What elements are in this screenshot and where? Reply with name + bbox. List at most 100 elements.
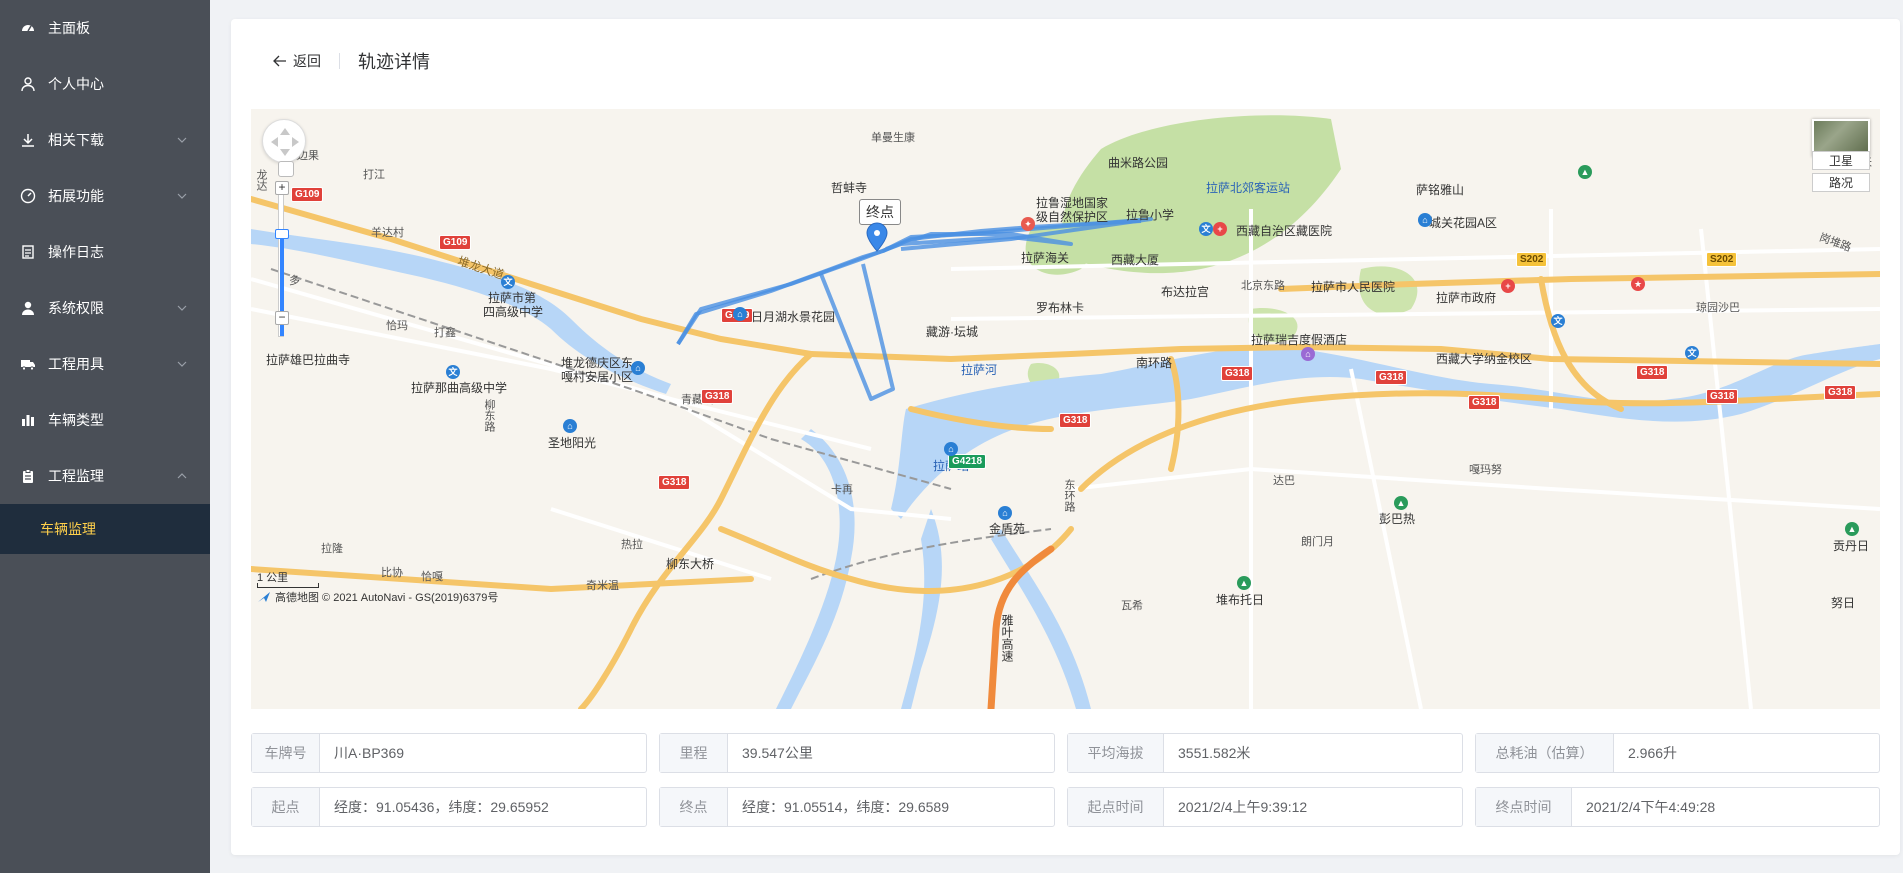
map-label: 拉萨市人民医院 bbox=[1311, 280, 1396, 294]
map-label: 努日 bbox=[1831, 596, 1856, 610]
map-copyright: 高德地图 © 2021 AutoNavi - GS(2019)6379号 bbox=[257, 589, 498, 605]
user-icon bbox=[20, 76, 36, 92]
poi-train-icon: ⌂ bbox=[944, 442, 958, 456]
chevron-down-icon bbox=[177, 137, 187, 143]
info-key: 平均海拔 bbox=[1068, 734, 1164, 772]
menu-label: 工程用具 bbox=[48, 356, 104, 372]
menu-extensions[interactable]: 拓展功能 bbox=[0, 168, 210, 224]
track-map[interactable]: 单曼生康 哲蚌寺 曲米路公园 拉鲁湿地国家 级自然保护区 拉萨北郊客运站 萨铭雅… bbox=[251, 109, 1880, 709]
menu-tools[interactable]: 工程用具 bbox=[0, 336, 210, 392]
document-icon bbox=[20, 244, 36, 260]
info-value: 2021/2/4下午4:49:28 bbox=[1586, 799, 1716, 815]
poi-school-icon: 文 bbox=[1199, 222, 1213, 236]
copyright-text: 高德地图 © 2021 AutoNavi - GS(2019)6379号 bbox=[275, 592, 499, 604]
poi-hospital-icon: + bbox=[1213, 222, 1227, 236]
map-label: 曲米路公园 bbox=[1108, 156, 1169, 170]
zoom-handle[interactable] bbox=[275, 229, 289, 239]
poi-school-icon: 文 bbox=[1685, 346, 1699, 360]
info-key: 起点时间 bbox=[1068, 788, 1164, 826]
map-label: 打鑫 bbox=[434, 327, 456, 339]
road-badge: S202 bbox=[1516, 252, 1548, 267]
map-label: 罗布林卡 bbox=[1036, 301, 1085, 315]
info-value: 39.547公里 bbox=[742, 745, 813, 761]
info-key: 里程 bbox=[660, 734, 728, 772]
map-pin-icon[interactable] bbox=[866, 222, 888, 252]
info-key: 车牌号 bbox=[252, 734, 320, 772]
chevron-down-icon bbox=[177, 193, 187, 199]
locate-button[interactable] bbox=[278, 161, 294, 177]
menu-label: 系统权限 bbox=[48, 300, 104, 316]
gauge-icon bbox=[20, 188, 36, 204]
zoom-out-button[interactable]: − bbox=[275, 311, 289, 325]
chevron-down-icon bbox=[177, 361, 187, 367]
map-label: 北京东路 bbox=[1241, 280, 1285, 292]
menu-label: 拓展功能 bbox=[48, 188, 104, 204]
submenu-supervision: 车辆监理 bbox=[0, 504, 210, 554]
road-badge: G318 bbox=[701, 389, 734, 404]
map-label: 琼园沙巴 bbox=[1696, 302, 1740, 314]
menu-downloads[interactable]: 相关下载 bbox=[0, 112, 210, 168]
road-badge: G318 bbox=[1059, 413, 1092, 428]
map-label: 萨铭雅山 bbox=[1416, 183, 1465, 197]
map-label: 拉萨雄巴拉曲寺 bbox=[266, 353, 351, 367]
bar-chart-icon bbox=[20, 412, 36, 428]
info-row-2: 起点 经度：91.05436，纬度：29.65952 终点 经度：91.0551… bbox=[251, 787, 1880, 827]
poi-building-icon: ⌂ bbox=[998, 506, 1012, 520]
menu-label: 相关下载 bbox=[48, 132, 104, 148]
map-label: 比协 bbox=[381, 567, 403, 579]
map-label: 圣地阳光 bbox=[548, 436, 597, 450]
pan-control[interactable] bbox=[262, 119, 306, 163]
map-label: 柳东大桥 bbox=[666, 557, 715, 571]
menu-vehicle-types[interactable]: 车辆类型 bbox=[0, 392, 210, 448]
submenu-item-vehicle-supervision[interactable]: 车辆监理 bbox=[0, 504, 210, 554]
poi-hospital-icon: + bbox=[1501, 279, 1515, 293]
road-badge: G318 bbox=[1221, 366, 1254, 381]
poi-star-icon: ★ bbox=[1631, 277, 1645, 291]
poi-building-icon: ⌂ bbox=[733, 307, 747, 321]
page-title: 轨迹详情 bbox=[358, 52, 430, 72]
menu-dashboard[interactable]: 主面板 bbox=[0, 0, 210, 56]
poi-mountain-icon: ▲ bbox=[1237, 576, 1251, 590]
info-value: 2021/2/4上午9:39:12 bbox=[1178, 799, 1308, 815]
map-label: 雅叶高速 bbox=[1000, 614, 1014, 662]
map-label: 西藏自治区藏医院 bbox=[1236, 224, 1333, 238]
menu-profile[interactable]: 个人中心 bbox=[0, 56, 210, 112]
map-label: 热拉 bbox=[621, 539, 643, 551]
info-value: 2.966升 bbox=[1628, 745, 1678, 761]
sidebar: 主面板 个人中心 相关下载 拓展功能 操作日志 系统权限 工程用具 车辆类型 工… bbox=[0, 0, 210, 873]
traffic-layer-button[interactable]: 路况 bbox=[1812, 173, 1870, 192]
map-label: 拉萨河 bbox=[961, 363, 998, 377]
map-label: 金盾苑 bbox=[989, 522, 1026, 536]
menu-permissions[interactable]: 系统权限 bbox=[0, 280, 210, 336]
road-badge: G318 bbox=[1706, 389, 1739, 404]
road-badge: G318 bbox=[1824, 385, 1857, 400]
back-label: 返回 bbox=[293, 53, 321, 69]
zoom-in-button[interactable]: + bbox=[275, 181, 289, 195]
map-label: 嘎村安居小区 bbox=[561, 370, 634, 384]
poi-mountain-icon: ▲ bbox=[1845, 522, 1859, 536]
arrow-left-icon bbox=[273, 55, 286, 67]
map-label: 拉隆 bbox=[321, 543, 343, 555]
road-badge: G318 bbox=[658, 475, 691, 490]
info-key: 总耗油（估算） bbox=[1476, 734, 1614, 772]
back-button[interactable]: 返回 bbox=[273, 51, 321, 71]
map-label: 羊达村 bbox=[371, 227, 404, 239]
info-row-1: 车牌号 川A·BP369 里程 39.547公里 平均海拔 3551.582米 … bbox=[251, 733, 1880, 773]
map-label: 藏游·坛城 bbox=[926, 325, 978, 339]
map-label: 奇米温 bbox=[586, 580, 619, 592]
header-divider bbox=[339, 53, 340, 69]
poi-school-icon: 文 bbox=[501, 275, 515, 289]
satellite-layer-button[interactable]: 卫星 bbox=[1812, 151, 1870, 170]
road-badge: G4218 bbox=[948, 454, 987, 469]
menu-oplog[interactable]: 操作日志 bbox=[0, 224, 210, 280]
info-value: 经度：91.05436，纬度：29.65952 bbox=[334, 799, 549, 815]
map-label: 单曼生康 bbox=[871, 132, 915, 144]
menu-supervision[interactable]: 工程监理 bbox=[0, 448, 210, 504]
truck-icon bbox=[20, 356, 36, 372]
info-value: 川A·BP369 bbox=[334, 745, 405, 761]
road-badge: G318 bbox=[1636, 365, 1669, 380]
info-value: 经度：91.05514，纬度：29.6589 bbox=[742, 799, 949, 815]
poi-mountain-icon: ▲ bbox=[1578, 165, 1592, 179]
clipboard-icon bbox=[20, 468, 36, 484]
map-label: 东环路 bbox=[1063, 479, 1075, 512]
